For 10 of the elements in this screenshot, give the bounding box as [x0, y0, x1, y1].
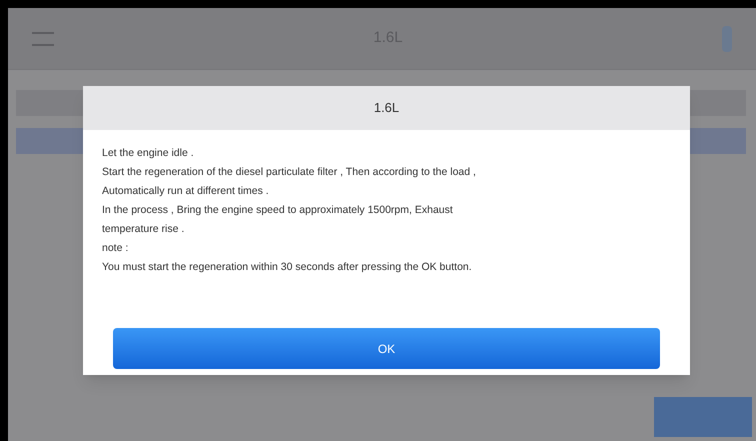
message-line: note :: [102, 241, 130, 255]
message-line: Let the engine idle .: [102, 146, 195, 160]
message-line: In the process , Bring the engine speed to approximately 1500rpm, Exhaust: [102, 203, 454, 217]
dialog-title: 1.6L: [374, 99, 400, 118]
ok-button[interactable]: OK: [113, 328, 660, 369]
message-line: Automatically run at different times .: [102, 184, 270, 198]
message-line: You must start the regeneration within 30 seconds after pressing the OK button.: [102, 260, 473, 274]
message-line: temperature rise .: [102, 222, 186, 236]
action-button-background[interactable]: [654, 397, 752, 437]
message-line: Start the regeneration of the diesel particulate filter , Then according to the load ,: [102, 165, 477, 179]
